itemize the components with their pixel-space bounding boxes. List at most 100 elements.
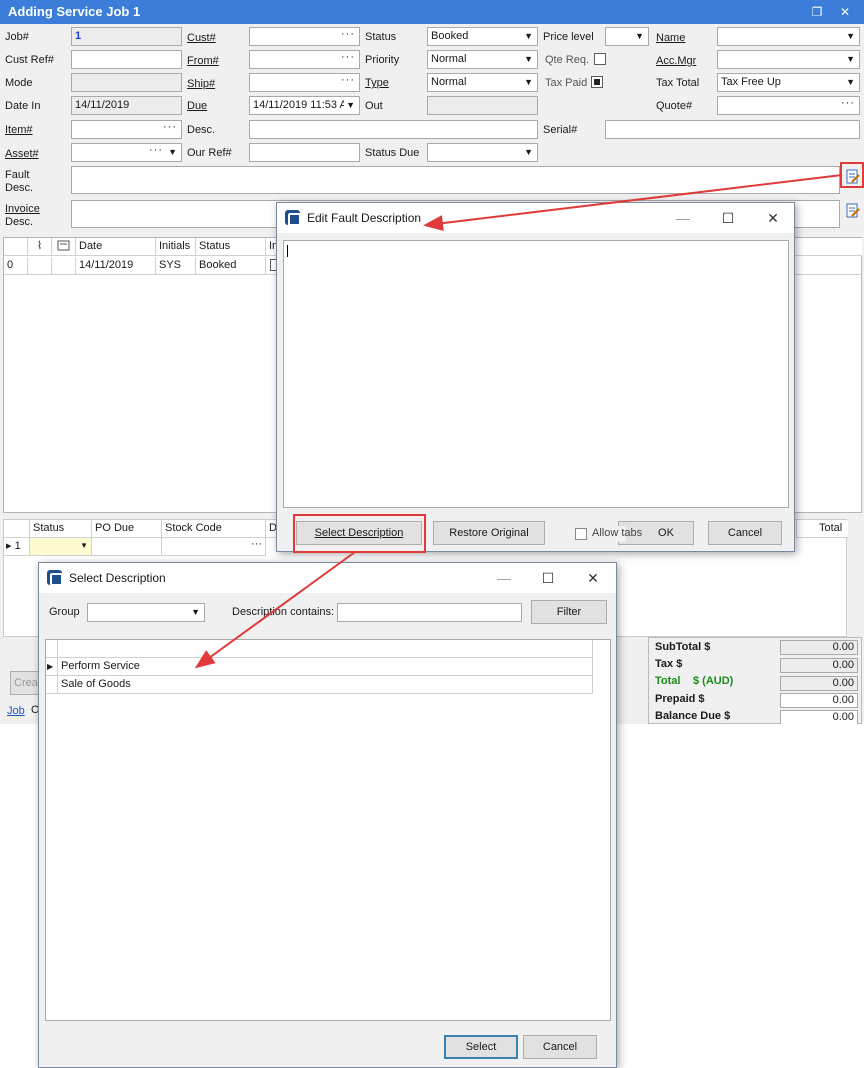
asset-field[interactable]: ··· ▼ [71, 143, 182, 162]
close-icon[interactable]: ✕ [760, 208, 786, 228]
fault-desc-field[interactable] [71, 166, 840, 194]
qte-req-checkbox[interactable] [594, 53, 606, 65]
price-level-select[interactable]: ▼ [605, 27, 649, 46]
maximize-icon[interactable]: ☐ [535, 568, 561, 588]
date-in-label: Date In [5, 100, 41, 112]
lookup-dots-icon[interactable]: ··· [341, 28, 355, 43]
quote-field[interactable]: ··· [717, 96, 860, 115]
create-button[interactable]: Crea [10, 671, 40, 695]
maximize-icon[interactable]: ☐ [715, 208, 741, 228]
close-icon[interactable]: ✕ [580, 568, 606, 588]
cust-ref-field[interactable] [71, 50, 182, 69]
asset-label[interactable]: Asset# [5, 148, 39, 160]
select-button[interactable]: Select [444, 1035, 518, 1059]
dialog-title-bar: Select Description — ☐ ✕ [39, 563, 616, 593]
column-header-total[interactable]: Total [796, 520, 848, 538]
lookup-dots-icon[interactable]: ··· [341, 51, 355, 66]
desc-label: Desc. [187, 124, 216, 136]
chevron-down-icon[interactable]: ▼ [846, 51, 855, 68]
chevron-down-icon[interactable]: ▼ [80, 538, 88, 554]
chevron-down-icon[interactable]: ▼ [191, 604, 200, 621]
row-selector [46, 676, 58, 694]
lookup-dots-icon[interactable]: ··· [149, 144, 163, 159]
mode-label: Mode [5, 77, 33, 89]
chevron-down-icon[interactable]: ▼ [168, 144, 177, 161]
cancel-button[interactable]: Cancel [523, 1035, 597, 1059]
group-select[interactable]: ▼ [87, 603, 205, 622]
tax-total-select[interactable]: Tax Free Up ▼ [717, 73, 860, 92]
from-field[interactable]: ··· [249, 50, 360, 69]
tax-total-label: Tax Total [656, 77, 700, 89]
row-date[interactable]: 14/11/2019 [76, 257, 156, 275]
column-header-initials[interactable]: Initials [156, 238, 196, 256]
close-window-icon[interactable]: ✕ [834, 3, 856, 21]
acc-mgr-select[interactable]: ▼ [717, 50, 860, 69]
chevron-down-icon[interactable]: ▼ [524, 144, 533, 161]
type-select[interactable]: Normal ▼ [427, 73, 538, 92]
table-cell [52, 257, 76, 275]
description-contains-input[interactable] [337, 603, 522, 622]
chevron-down-icon[interactable]: ▼ [524, 74, 533, 91]
mode-field [71, 73, 182, 92]
restore-window-icon[interactable]: ❐ [806, 3, 828, 21]
chevron-down-icon[interactable]: ▼ [344, 97, 355, 114]
column-header-status[interactable]: Status [196, 238, 266, 256]
lookup-dots-icon[interactable]: ··· [163, 121, 177, 136]
row-po-due-cell[interactable] [92, 538, 162, 556]
restore-original-button[interactable]: Restore Original [433, 521, 545, 545]
status-select[interactable]: Booked ▼ [427, 27, 538, 46]
name-select[interactable]: ▼ [717, 27, 860, 46]
fault-description-textarea[interactable] [283, 240, 789, 508]
serial-field[interactable] [605, 120, 860, 139]
row-status[interactable]: Booked [196, 257, 266, 275]
cancel-button[interactable]: Cancel [708, 521, 782, 545]
our-ref-field[interactable] [249, 143, 360, 162]
filter-button[interactable]: Filter [531, 600, 607, 624]
dialog-title: Edit Fault Description [307, 211, 422, 225]
column-header-description[interactable] [58, 640, 593, 658]
column-header-status[interactable]: Status [30, 520, 92, 538]
minimize-icon[interactable]: — [491, 568, 517, 588]
minimize-icon[interactable]: — [670, 208, 696, 228]
column-header-po-due[interactable]: PO Due [92, 520, 162, 538]
status-due-select[interactable]: ▼ [427, 143, 538, 162]
item-label[interactable]: Item# [5, 124, 33, 136]
row-stock-code-cell[interactable]: ··· [162, 538, 266, 556]
cust-ref-label: Cust Ref# [5, 54, 54, 66]
column-header-stock-code[interactable]: Stock Code [162, 520, 266, 538]
row-status-cell[interactable]: ▼ [30, 538, 92, 556]
name-label[interactable]: Name [656, 32, 685, 44]
balance-due-label: Balance Due $ [655, 710, 731, 722]
allow-tabs-option[interactable]: Allow tabs [574, 526, 642, 542]
acc-mgr-label[interactable]: Acc.Mgr [656, 55, 696, 67]
chevron-down-icon[interactable]: ▼ [524, 28, 533, 45]
edit-note-icon[interactable] [846, 203, 860, 219]
from-label[interactable]: From# [187, 55, 219, 67]
chevron-down-icon[interactable]: ▼ [846, 28, 855, 45]
lookup-dots-icon[interactable]: ··· [251, 538, 262, 553]
chevron-down-icon[interactable]: ▼ [846, 74, 855, 91]
row-initials[interactable]: SYS [156, 257, 196, 275]
desc-field[interactable] [249, 120, 538, 139]
column-header-date[interactable]: Date [76, 238, 156, 256]
lookup-dots-icon[interactable]: ··· [841, 97, 855, 112]
lookup-dots-icon[interactable]: ··· [341, 74, 355, 89]
out-label: Out [365, 100, 383, 112]
list-item-description[interactable]: Perform Service [58, 658, 593, 676]
prepaid-value[interactable]: 0.00 [780, 693, 858, 708]
item-field[interactable]: ··· [71, 120, 182, 139]
tab-job[interactable]: Job [7, 705, 25, 717]
list-item-description[interactable]: Sale of Goods [58, 676, 593, 694]
row-number: ▸ 1 [4, 538, 30, 556]
tax-paid-checkbox[interactable] [591, 76, 603, 88]
ship-field[interactable]: ··· [249, 73, 360, 92]
allow-tabs-checkbox[interactable] [575, 528, 587, 540]
cust-field[interactable]: ··· [249, 27, 360, 46]
chevron-down-icon[interactable]: ▼ [524, 51, 533, 68]
due-date-field[interactable]: 14/11/2019 11:53 A ▼ [249, 96, 360, 115]
cust-label[interactable]: Cust# [187, 32, 216, 44]
chevron-down-icon[interactable]: ▼ [635, 28, 644, 45]
priority-select[interactable]: Normal ▼ [427, 50, 538, 69]
ship-label[interactable]: Ship# [187, 78, 215, 90]
date-in-value: 14/11/2019 [75, 99, 130, 111]
